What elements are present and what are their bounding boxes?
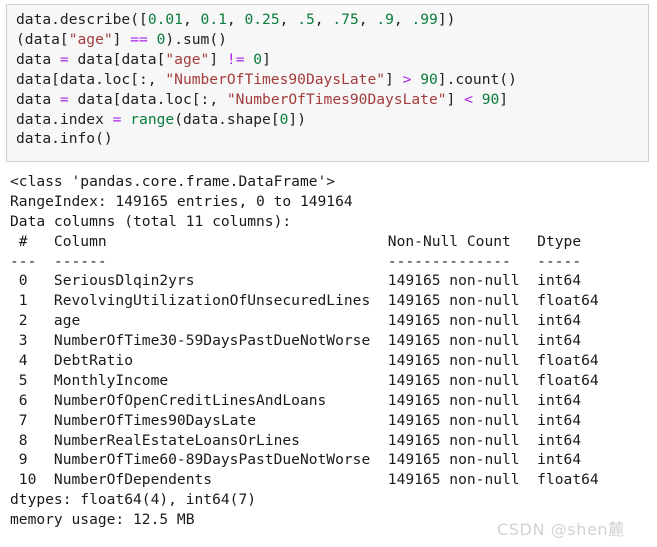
code-token-op: = [59, 50, 69, 68]
output-footer-line: dtypes: float64(4), int64(7) [10, 491, 257, 509]
code-cell[interactable]: data.describe([0.01, 0.1, 0.25, .5, .75,… [6, 4, 649, 162]
code-token-str: "NumberOfTimes90DaysLate" [165, 70, 386, 88]
code-token-plain: ] [499, 90, 509, 108]
code-token-plain: data[data[ [68, 50, 166, 68]
code-token-plain: ] [262, 50, 271, 68]
code-line: data = data[data["age"] != 0] [16, 50, 517, 70]
output-table-rule: --- ------ -------------- ----- [10, 252, 599, 270]
code-token-plain: data[data.loc[:, [16, 70, 166, 88]
output-table-row: 4 DebtRatio 149165 non-null float64 [10, 352, 599, 370]
code-line: data.index = range(data.shape[0]) [16, 110, 517, 130]
output-table-row: 10 NumberOfDependents 149165 non-null fl… [10, 471, 599, 489]
output-header-line: <class 'pandas.core.frame.DataFrame'> [10, 173, 336, 190]
code-token-plain: ] [209, 50, 227, 68]
output-table-row: 5 MonthlyIncome 149165 non-null float64 [10, 371, 599, 389]
code-token-plain: data.describe( [16, 11, 140, 28]
code-token-num: .5 [297, 11, 315, 28]
output-header-line: Data columns (total 11 columns): [10, 212, 292, 230]
code-line: data = data[data.loc[:, "NumberOfTimes90… [16, 90, 517, 110]
code-token-str: "NumberOfTimes90DaysLate" [226, 90, 447, 108]
code-token-plain: [ [139, 11, 148, 28]
code-token-num: .99 [411, 11, 438, 28]
code-line: data[data.loc[:, "NumberOfTimes90DaysLat… [16, 70, 517, 90]
code-token-op: < [464, 90, 473, 108]
code-line: data.describe([0.01, 0.1, 0.25, .5, .75,… [16, 10, 517, 30]
code-token-plain: ].count() [437, 70, 517, 88]
code-token-plain: ]) [288, 110, 306, 128]
code-token-plain: ] [385, 70, 403, 88]
code-token-plain: (data[ [16, 30, 69, 48]
code-token-num: 0 [253, 50, 263, 68]
output-table-row: 8 NumberRealEstateLoansOrLines 149165 no… [10, 431, 582, 449]
code-token-plain: , [314, 11, 333, 28]
output-header-line: RangeIndex: 149165 entries, 0 to 149164 [10, 192, 353, 210]
code-token-plain: , [182, 11, 201, 28]
code-token-plain: ]) [437, 11, 456, 28]
code-token-op: = [59, 90, 69, 108]
csdn-watermark: CSDN @shen麓 [497, 520, 625, 539]
code-token-plain: data[data.loc[:, [68, 90, 227, 108]
code-token-num: 0.25 [244, 11, 280, 28]
code-token-plain: ] [446, 90, 465, 108]
code-token-plain: , [279, 11, 298, 28]
code-token-str: "age" [165, 50, 210, 68]
code-line: data.info() [16, 129, 517, 149]
output-table-row: 1 RevolvingUtilizationOfUnsecuredLines 1… [10, 292, 599, 310]
code-token-num: 0.01 [147, 11, 183, 28]
code-token-op: == [130, 30, 148, 48]
code-token-func: range [130, 110, 175, 128]
code-token-plain: data.info() [16, 130, 113, 148]
code-token-num: 90 [481, 90, 500, 108]
code-token-plain: , [226, 11, 245, 28]
output-table-row: 6 NumberOfOpenCreditLinesAndLoans 149165… [10, 391, 582, 409]
code-token-plain: , [393, 11, 412, 28]
code-token-op: != [226, 50, 245, 68]
code-token-plain: data [16, 90, 60, 108]
code-line: (data["age"] == 0).sum() [16, 30, 517, 50]
output-table-row: 7 NumberOfTimes90DaysLate 149165 non-nul… [10, 411, 582, 429]
code-token-str: "age" [68, 30, 113, 48]
cell-output: <class 'pandas.core.frame.DataFrame'> Ran… [10, 172, 599, 530]
output-table-row: 0 SeriousDlqin2yrs 149165 non-null int64 [10, 272, 582, 290]
code-token-plain: data [16, 50, 60, 68]
code-cell-source[interactable]: data.describe([0.01, 0.1, 0.25, .5, .75,… [16, 10, 517, 149]
code-token-plain: (data.shape[ [174, 110, 280, 128]
code-token-num: .9 [376, 11, 394, 28]
output-table-row: 3 NumberOfTime30-59DaysPastDueNotWorse 1… [10, 332, 582, 350]
output-table-row: 2 age 149165 non-null int64 [10, 312, 582, 330]
code-token-plain: data.index [16, 110, 113, 128]
code-token-plain: , [358, 11, 377, 28]
code-token-plain: ).sum() [165, 30, 227, 48]
code-token-plain: ] [112, 30, 131, 48]
output-table-header: # Column Non-Null Count Dtype [10, 232, 599, 250]
code-token-num: .75 [332, 11, 359, 28]
code-token-num: 90 [420, 70, 438, 88]
code-token-num: 0.1 [200, 11, 227, 28]
output-table-row: 9 NumberOfTime60-89DaysPastDueNotWorse 1… [10, 451, 582, 469]
